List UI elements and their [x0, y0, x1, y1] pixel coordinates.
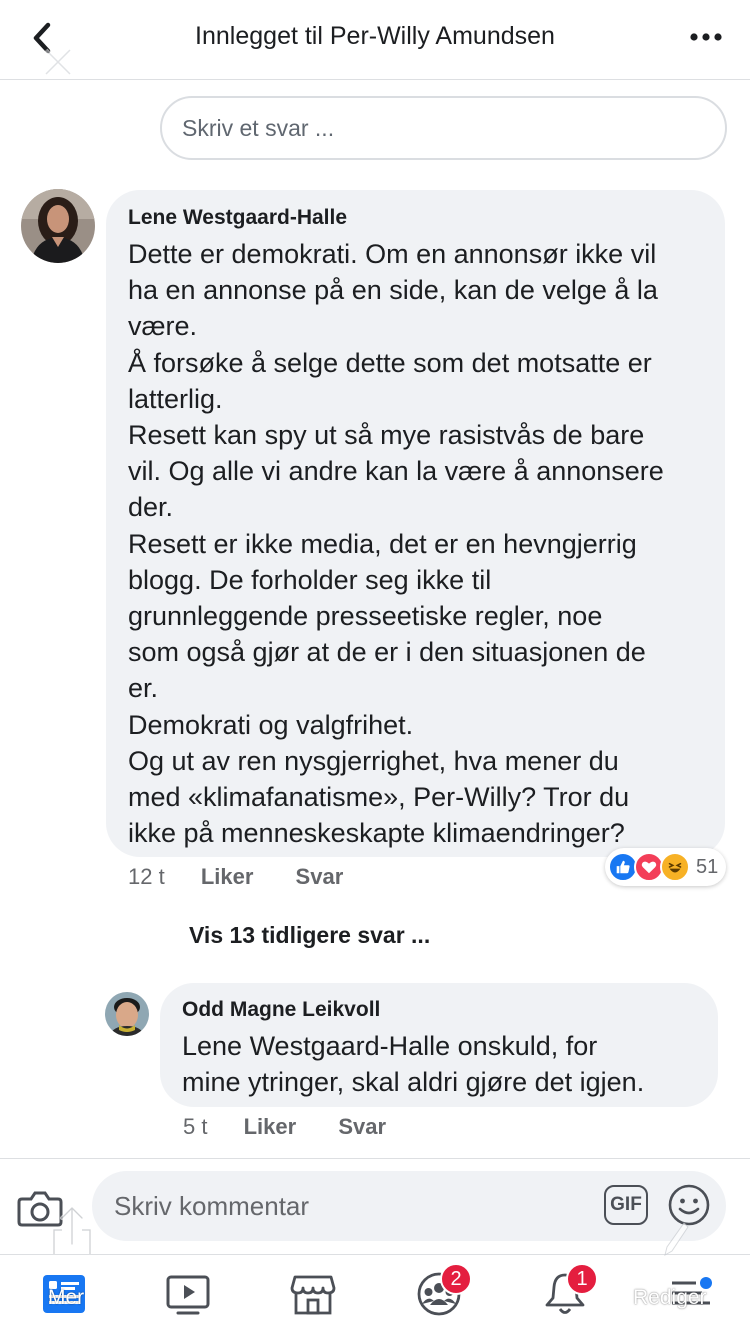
comment-actions: 5 t Liker Svar — [183, 1114, 422, 1140]
comment-line: blogg. De forholder seg ikke til — [128, 564, 492, 595]
comment-bubble[interactable]: Lene Westgaard-Halle Dette er demokrati.… — [106, 190, 725, 857]
comment-line: Og ut av ren nysgjerrighet, hva mener du — [128, 745, 619, 776]
avatar[interactable] — [105, 992, 149, 1036]
comment-bubble[interactable]: Odd Magne Leikvoll Lene Westgaard-Halle … — [160, 983, 718, 1107]
avatar[interactable] — [21, 189, 95, 263]
tab-groups[interactable]: 2 — [398, 1255, 478, 1334]
comment-actions: 12 t Liker Svar — [128, 864, 379, 890]
notifications-badge: 1 — [566, 1263, 598, 1295]
tab-marketplace[interactable] — [272, 1255, 352, 1334]
news-feed-overlay-label: Mer — [48, 1286, 85, 1309]
comment-line: Demokrati og valgfrihet. — [128, 709, 414, 740]
comment-line: være. — [128, 311, 198, 342]
comment-line: ha en annonse på en side, kan de velge å… — [128, 275, 658, 306]
comment-line: Resett kan spy ut så mye rasistvås de ba… — [128, 420, 645, 451]
comment-text: Lene Westgaard-Halle onskuld, for mine y… — [182, 1028, 696, 1100]
comment-line: latterlig. — [128, 383, 223, 414]
top-navigation-bar: Innlegget til Per-Willy Amundsen — [0, 0, 750, 80]
gif-button[interactable]: GIF — [604, 1185, 648, 1225]
comment-line: grunnleggende presseetiske regler, noe — [128, 601, 603, 632]
comment-text: Dette er demokrati. Om en annonsør ikke … — [128, 236, 703, 851]
comment-line: vil. Og alle vi andre kan la være å anno… — [128, 456, 664, 487]
reply-input-container[interactable] — [160, 96, 727, 160]
groups-badge: 2 — [440, 1263, 472, 1295]
comment-input-container[interactable]: GIF — [92, 1171, 726, 1241]
reaction-count: 51 — [696, 855, 719, 878]
comment-line: ikke på menneskeskapte klimaendringer? — [128, 818, 625, 849]
tab-notifications[interactable]: 1 — [524, 1255, 604, 1334]
comment-line: med «klimafanatisme», Per-Willy? Tror du — [128, 782, 630, 813]
storefront-icon — [290, 1275, 336, 1315]
video-play-icon — [166, 1275, 210, 1315]
comment-author[interactable]: Odd Magne Leikvoll — [182, 996, 696, 1024]
more-options-button[interactable] — [686, 24, 726, 50]
view-previous-replies-link[interactable]: Vis 13 tidligere svar ... — [189, 922, 430, 949]
comment-line: som også gjør at de er i den situasjonen… — [128, 637, 646, 668]
bottom-tab-bar: Mer 2 1 Rediger — [0, 1222, 750, 1334]
comment-author[interactable]: Lene Westgaard-Halle — [128, 204, 703, 232]
edit-overlay-label: Rediger — [633, 1286, 707, 1309]
comment-timestamp[interactable]: 12 t — [128, 864, 165, 890]
comment-line: Dette er demokrati. Om en annonsør ikke … — [128, 239, 657, 269]
haha-reaction-icon — [660, 852, 690, 882]
comment-line: mine ytringer, skal aldri gjøre det igje… — [182, 1067, 645, 1098]
pencil-overlay-icon — [664, 1222, 689, 1257]
like-button[interactable]: Liker — [201, 864, 254, 890]
reply-input[interactable] — [162, 98, 725, 158]
like-button[interactable]: Liker — [244, 1114, 297, 1140]
profile-photo-icon — [21, 189, 95, 263]
comment-timestamp[interactable]: 5 t — [183, 1114, 207, 1140]
tab-watch[interactable] — [147, 1255, 227, 1334]
profile-photo-icon — [105, 992, 149, 1036]
comment-line: Resett er ikke media, det er en hevngjer… — [128, 528, 637, 559]
page-title: Innlegget til Per-Willy Amundsen — [195, 22, 555, 50]
comment-line: er. — [128, 673, 159, 704]
more-dots-icon — [690, 33, 722, 41]
comment-line: Å forsøke å selge dette som det motsatte… — [128, 347, 652, 378]
comment-line: Lene Westgaard-Halle onskuld, for — [182, 1031, 598, 1061]
comment-line: der. — [128, 492, 174, 523]
comment-compose-bar: GIF — [0, 1158, 750, 1254]
reply-button[interactable]: Svar — [296, 864, 344, 890]
reply-button[interactable]: Svar — [338, 1114, 386, 1140]
comment-input[interactable] — [92, 1171, 552, 1241]
reaction-summary[interactable]: 51 — [605, 848, 727, 886]
